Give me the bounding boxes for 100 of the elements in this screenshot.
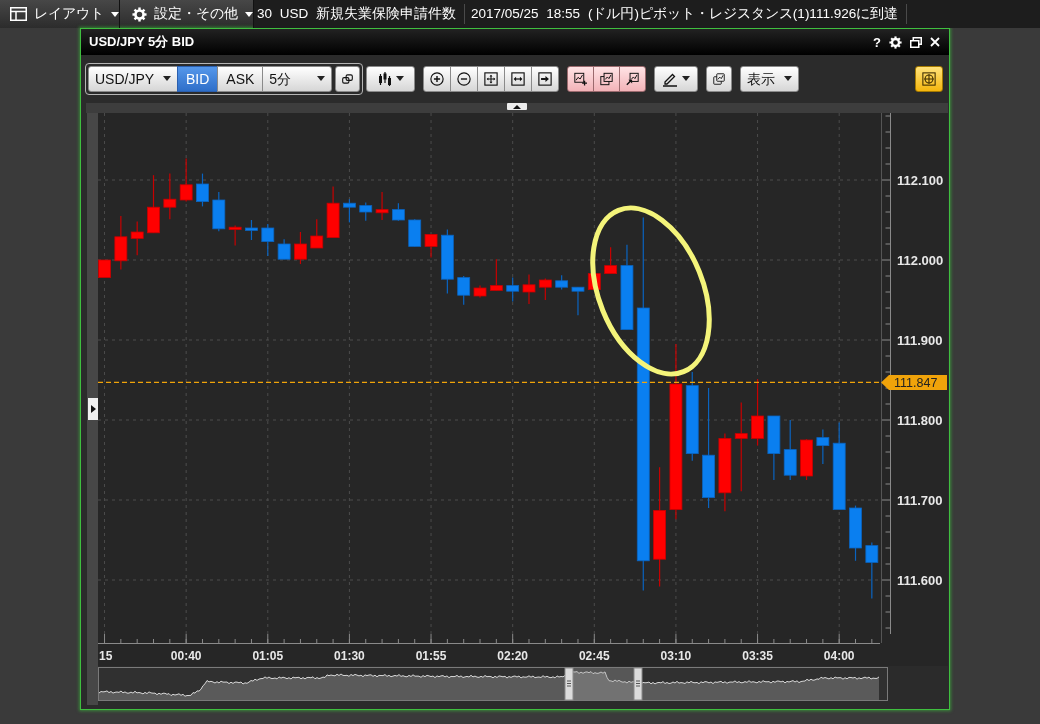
close-icon [930, 37, 940, 47]
candlestick [228, 225, 242, 247]
candlestick [555, 274, 569, 291]
caret-icon [784, 76, 793, 81]
candlestick [800, 438, 813, 481]
candlestick [506, 277, 520, 303]
candlestick [767, 415, 781, 481]
price-label: 111.600 [897, 572, 943, 588]
candlestick [489, 258, 503, 291]
candlestick [163, 173, 177, 220]
ticker-item: 2017/05/25 18:55 (ドル円)ピボット・レジスタンス(1)111.926に到達 [471, 4, 908, 24]
time-label: 00:40 [170, 649, 202, 663]
chart-type-dropdown[interactable] [366, 65, 416, 92]
fit-button[interactable] [477, 65, 506, 92]
chart-layers-icon [600, 70, 614, 87]
chart-window-button[interactable] [706, 65, 733, 92]
zoom-in-button[interactable] [423, 65, 452, 92]
interval-dropdown[interactable]: 5分 [262, 65, 333, 92]
candlestick [440, 229, 454, 295]
candlestick [294, 231, 307, 265]
drawing-tool-button[interactable] [619, 65, 647, 92]
zoom-out-icon [457, 70, 472, 87]
candlestick [310, 218, 324, 249]
time-label: 01:05 [252, 649, 284, 663]
candlestick [375, 191, 389, 221]
candlestick [261, 223, 275, 257]
range-selection[interactable] [573, 668, 634, 700]
price-label: 112.100 [897, 172, 944, 188]
candlestick [245, 219, 258, 241]
ticker-item: 30 USD 新規失業保険申請件数 [257, 4, 466, 24]
caret-icon [163, 76, 171, 81]
price-label: 111.800 [897, 412, 943, 428]
candlestick [604, 246, 618, 275]
candlestick [179, 157, 193, 203]
restore-icon [910, 36, 922, 48]
candlestick [865, 541, 879, 599]
close-button[interactable] [930, 37, 940, 47]
candlestick [424, 233, 438, 259]
arrow-square-icon [538, 70, 553, 87]
candlestick [326, 185, 340, 239]
range-handle[interactable] [564, 667, 574, 701]
gear-icon [889, 35, 902, 49]
candlestick [522, 273, 536, 305]
price-label: 111.700 [897, 492, 943, 508]
caret-icon [395, 76, 404, 81]
candlestick [473, 285, 487, 299]
zoom-in-icon [430, 70, 445, 87]
layout-icon [10, 7, 27, 21]
pencil-dropdown[interactable] [654, 65, 699, 92]
quote-side-button[interactable]: ASK [217, 65, 264, 92]
overlapping-squares-icon [342, 71, 354, 86]
collapse-handle[interactable] [507, 103, 527, 110]
scroll-latest-button[interactable] [531, 65, 560, 92]
symbol-dropdown[interactable]: USD/JPY [88, 65, 178, 92]
candlestick [359, 201, 373, 222]
drawing-tool-button[interactable] [593, 65, 621, 92]
time-label: 02:20 [497, 649, 528, 663]
range-handle[interactable] [633, 667, 643, 701]
time-label: 01:55 [415, 649, 447, 663]
horizontal-arrows-icon [511, 70, 526, 87]
quote-side-button[interactable]: BID [177, 65, 219, 92]
sync-button[interactable] [335, 65, 361, 92]
crosshair-icon [922, 70, 936, 87]
square-arrows-icon [484, 70, 499, 87]
candlestick [196, 173, 209, 207]
candlestick [98, 259, 111, 278]
time-label: 02:45 [578, 649, 610, 663]
time-label: 04:00 [823, 649, 855, 663]
time-label: 03:35 [742, 649, 773, 663]
candlestick [392, 202, 405, 222]
candlestick [147, 174, 160, 234]
restore-button[interactable] [910, 36, 922, 48]
caret-icon [317, 76, 326, 81]
help-button[interactable]: ? [873, 35, 881, 49]
drawing-tool-button[interactable] [567, 65, 595, 92]
caret-icon [111, 11, 119, 17]
window-title: USD/JPY 5分 BID [89, 33, 195, 52]
candlestick-icon [377, 70, 392, 87]
time-label: 15 [99, 649, 113, 663]
candlestick [457, 275, 471, 306]
candlestick [277, 238, 291, 260]
caret-icon [682, 76, 691, 81]
expand-handle[interactable] [88, 398, 98, 420]
ref-line-label: 111.847 [894, 375, 938, 390]
crosshair-button[interactable] [915, 65, 943, 92]
candlestick [751, 378, 764, 447]
fit-width-button[interactable] [504, 65, 533, 92]
candlestick [571, 286, 585, 316]
candlestick [343, 198, 356, 223]
chart-plus-icon [574, 70, 588, 87]
candlestick [130, 221, 144, 256]
candlestick [816, 429, 830, 465]
settings-button[interactable] [889, 35, 902, 49]
chart-arrow-icon [626, 70, 640, 87]
caret-icon [90, 405, 96, 413]
zoom-out-button[interactable] [450, 65, 479, 92]
time-label: 03:10 [660, 649, 692, 663]
candlestick [538, 277, 552, 301]
candlestick [212, 191, 226, 232]
view-dropdown[interactable]: 表示 [740, 65, 800, 92]
